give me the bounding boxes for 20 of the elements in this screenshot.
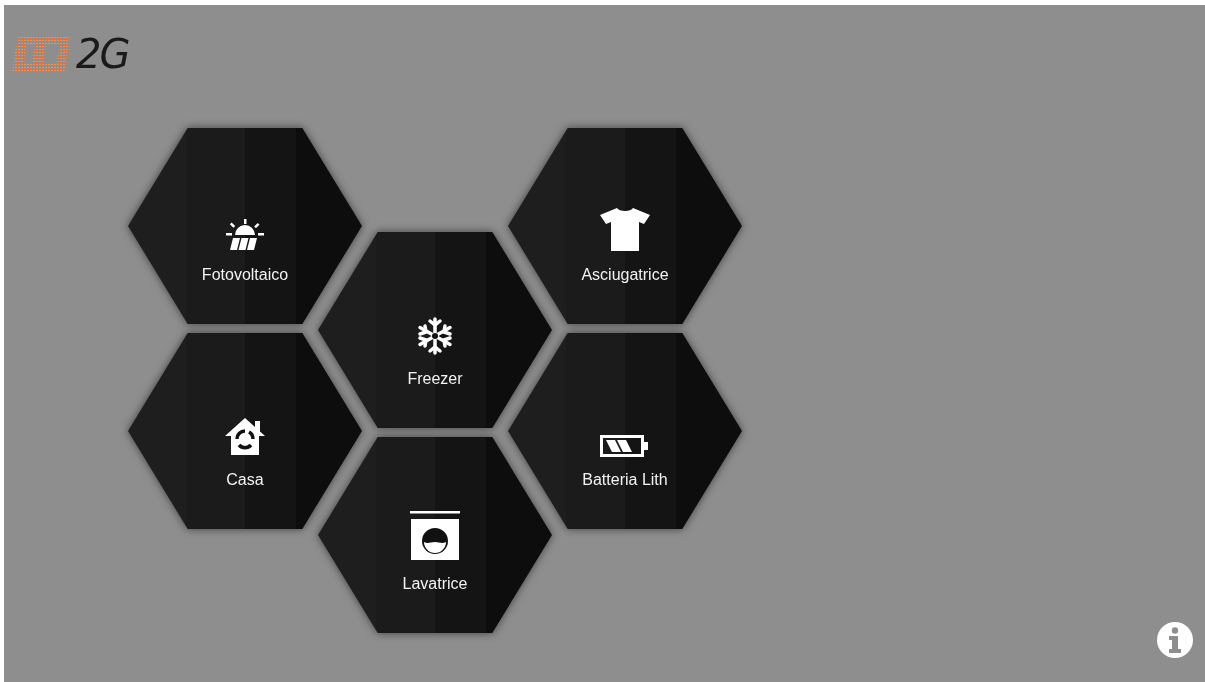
- device-tile[interactable]: Casa: [128, 333, 362, 529]
- tile-label: Lavatrice: [402, 575, 468, 593]
- device-tile[interactable]: Batteria Lith: [508, 333, 742, 529]
- device-tile[interactable]: Lavatrice: [318, 437, 552, 633]
- info-icon: [1168, 627, 1182, 653]
- tile-label: Freezer: [407, 370, 463, 388]
- tile-label: Asciugatrice: [581, 266, 669, 284]
- logo-icon: [12, 34, 72, 74]
- logo-text: 2G: [76, 31, 129, 77]
- battery-icon: [600, 435, 650, 457]
- snowflake-icon: [415, 316, 455, 356]
- device-tile[interactable]: Fotovoltaico: [128, 128, 362, 324]
- t-shirt-icon: [599, 206, 651, 252]
- solar-panel-icon: [225, 218, 265, 252]
- tile-label: Casa: [226, 471, 264, 489]
- washing-machine-icon: [410, 511, 460, 561]
- tile-label: Fotovoltaico: [201, 266, 289, 284]
- device-tile[interactable]: Asciugatrice: [508, 128, 742, 324]
- info-button[interactable]: [1157, 622, 1193, 658]
- tile-label: Batteria Lith: [582, 471, 668, 489]
